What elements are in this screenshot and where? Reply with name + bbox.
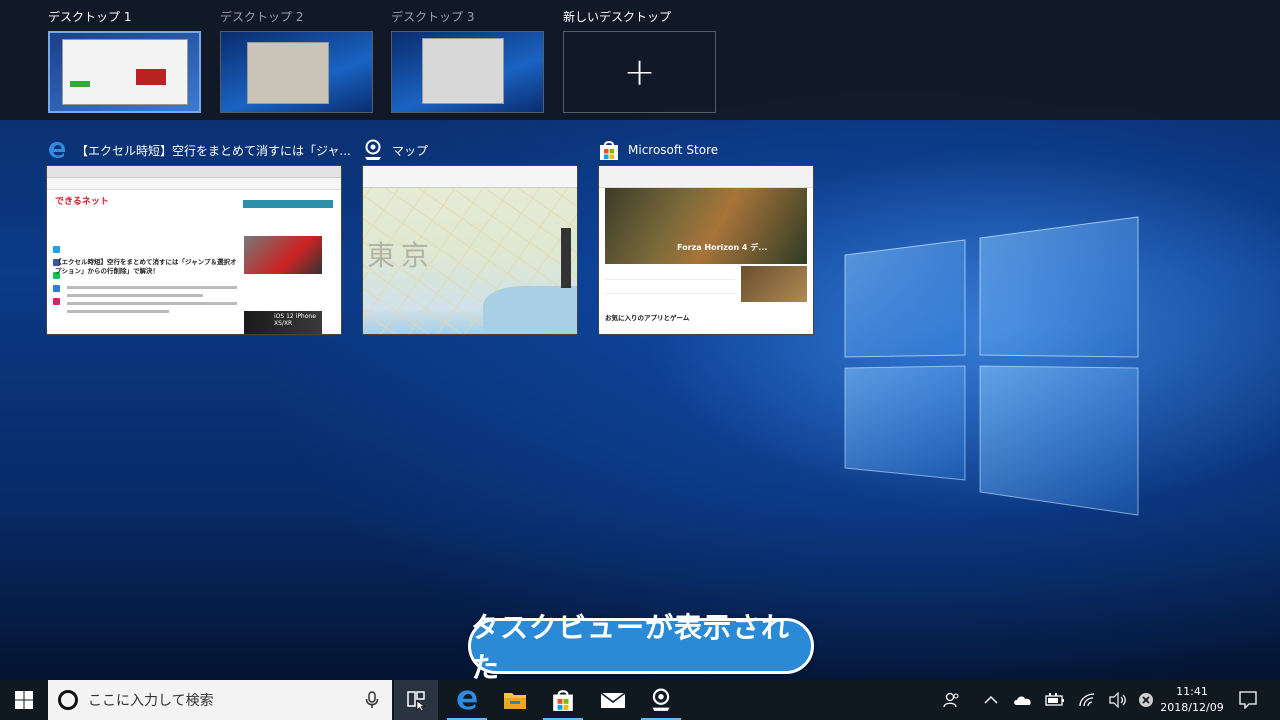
edge-icon	[457, 690, 477, 710]
task-window-edge[interactable]: 【エクセル時短】空行をまとめて消すには「ジャ... できるネット 【エクセル時短…	[46, 138, 351, 335]
search-placeholder: ここに入力して検索	[88, 693, 214, 709]
chevron-up-icon[interactable]	[978, 680, 1004, 720]
taskbar-edge[interactable]	[443, 680, 491, 720]
desktop-3-thumbnail[interactable]	[391, 31, 544, 113]
desktop-1-label: デスクトップ 1	[48, 10, 132, 24]
ad-phone-text: iOS 12 iPhone XS/XR	[244, 311, 322, 334]
task-window-maps[interactable]: マップ 東京	[362, 138, 578, 335]
cortana-icon	[58, 690, 78, 710]
network-disconnected-icon[interactable]	[1134, 680, 1158, 720]
store-hero-banner: Forza Horizon 4 デ...	[605, 188, 807, 264]
desktop-1[interactable]: デスクトップ 1	[48, 8, 201, 113]
article-headline: 【エクセル時短】空行をまとめて消すには「ジャンプ＆選択オプション」からの行削除」…	[55, 258, 237, 275]
plus-icon: +	[623, 50, 656, 94]
task-view-button[interactable]	[394, 680, 438, 720]
start-button[interactable]	[0, 680, 48, 720]
caption-bubble: タスクビューが表示された	[468, 611, 814, 684]
taskbar-maps[interactable]	[637, 680, 685, 720]
search-box[interactable]: ここに入力して検索	[48, 680, 392, 720]
file-explorer-icon	[504, 693, 526, 709]
windows-start-icon	[15, 691, 33, 709]
microphone-icon[interactable]	[352, 691, 392, 709]
wifi-icon[interactable]	[1074, 680, 1100, 720]
task-window-title: 【エクセル時短】空行をまとめて消すには「ジャ...	[76, 143, 351, 158]
clock-date: 2018/12/09	[1160, 701, 1224, 714]
store-window-thumbnail[interactable]: Forza Horizon 4 デ... お気に入りのアプリとゲーム	[598, 165, 814, 335]
new-desktop[interactable]: 新しいデスクトップ +	[563, 8, 716, 113]
desktop-2-thumbnail[interactable]	[220, 31, 373, 113]
maps-icon	[362, 139, 384, 161]
store-icon	[598, 139, 620, 161]
volume-icon[interactable]	[1104, 680, 1132, 720]
desktop-1-thumbnail[interactable]	[48, 31, 201, 113]
new-desktop-button[interactable]: +	[563, 31, 716, 113]
task-window-store[interactable]: Microsoft Store Forza Horizon 4 デ... お気に…	[598, 138, 814, 335]
desktop-2[interactable]: デスクトップ 2	[220, 8, 373, 113]
edge-window-thumbnail[interactable]: できるネット 【エクセル時短】空行をまとめて消すには「ジャンプ＆選択オプション」…	[46, 165, 342, 335]
task-window-title: Microsoft Store	[628, 143, 719, 157]
onedrive-icon[interactable]	[1010, 680, 1036, 720]
clock-time: 11:41	[1176, 685, 1208, 698]
taskbar: ここに入力して検索 11:41 2018/12/09	[0, 680, 1280, 720]
ad-image	[244, 236, 322, 274]
new-desktop-label: 新しいデスクトップ	[563, 10, 672, 24]
maps-icon	[652, 688, 670, 711]
desktop-3[interactable]: デスクトップ 3	[391, 8, 544, 113]
desktop-3-label: デスクトップ 3	[391, 10, 475, 24]
taskbar-file-explorer[interactable]	[491, 680, 539, 720]
store-hero-text: Forza Horizon 4 デ...	[677, 243, 768, 252]
virtual-desktops-bar: デスクトップ 1 デスクトップ 2 デスクトップ 3 新しいデスクトップ +	[0, 0, 1280, 120]
mail-icon	[600, 692, 626, 708]
desktop-2-label: デスクトップ 2	[220, 10, 304, 24]
store-section-title: お気に入りのアプリとゲーム	[605, 314, 690, 322]
maps-window-thumbnail[interactable]: 東京	[362, 165, 578, 335]
site-logo: できるネット	[55, 197, 109, 207]
taskbar-mail[interactable]	[589, 680, 637, 720]
map-city-label: 東京	[367, 239, 436, 272]
action-center-icon[interactable]	[1234, 680, 1262, 720]
system-clock[interactable]: 11:41 2018/12/09	[1158, 684, 1226, 716]
taskbar-store[interactable]	[539, 680, 587, 720]
store-icon	[553, 690, 573, 711]
battery-icon[interactable]	[1042, 680, 1068, 720]
task-window-title: マップ	[392, 143, 429, 158]
edge-icon	[46, 139, 68, 161]
task-view-icon	[407, 691, 426, 711]
people-icon[interactable]	[938, 680, 966, 720]
